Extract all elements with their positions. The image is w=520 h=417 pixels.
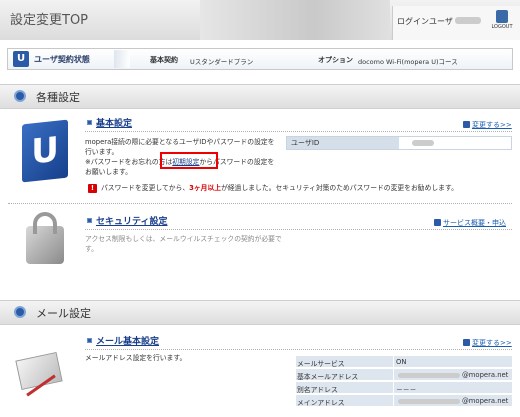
security-settings-link[interactable]: セキュリティ設定 (96, 214, 167, 227)
password-warning: パスワードを変更してから、3ヶ月以上が経過しました。セキュリティ対策のためパスワ… (101, 183, 458, 194)
mail-row-key: メインアドレス (297, 399, 345, 407)
mail-row-value: ON (396, 358, 407, 366)
warning-icon: ! (88, 184, 97, 193)
bullet-icon (87, 338, 92, 343)
mail-change-link[interactable]: 変更する>> (472, 338, 512, 348)
logout-label: LOGOUT (491, 24, 513, 30)
mail-table-separator (393, 356, 394, 408)
mail-row-key: 別名アドレス (297, 386, 338, 394)
security-desc-1: アクセス制限もしくは、メールウイルスチェックの契約が必要で (85, 235, 282, 243)
mail-row-value: －－－ (396, 386, 417, 394)
logout-icon (496, 10, 508, 23)
login-user-name (455, 17, 481, 24)
warn-c: が経過しました。セキュリティ対策のためパスワードの変更をお勧めします。 (221, 184, 458, 192)
mail-address-blur (398, 373, 460, 378)
arrow-icon (434, 219, 441, 226)
divider (85, 131, 512, 132)
security-desc-2: す。 (85, 245, 98, 253)
section-circle-icon (14, 90, 26, 102)
bullet-icon (87, 120, 92, 125)
login-user-label: ログインユーザ (397, 17, 453, 26)
warn-a: パスワードを変更してから、 (101, 184, 190, 192)
divider (85, 229, 512, 230)
mail-row-value: @mopera.net (462, 397, 509, 405)
basic-change-link[interactable]: 変更する>> (472, 120, 512, 130)
mail-row-key: 基本メールアドレス (297, 373, 359, 381)
logout-button[interactable]: LOGOUT (491, 10, 513, 36)
arrow-icon (463, 121, 470, 128)
mail-desc: メールアドレス設定を行います。 (85, 354, 187, 362)
section-circle-icon (14, 306, 26, 318)
status-divider (114, 50, 130, 68)
option-key: オプション (318, 56, 353, 64)
basic-settings-link[interactable]: 基本設定 (96, 116, 132, 129)
mail-row-value: @mopera.net (462, 371, 509, 379)
arrow-icon (463, 339, 470, 346)
service-apply-link[interactable]: サービス概要・申込 (443, 218, 506, 228)
section-various-title: 各種設定 (36, 91, 80, 104)
divider (85, 349, 512, 350)
padlock-shackle (33, 212, 57, 234)
option-value: docomo Wi-Fi(mopera U)コース (358, 58, 458, 66)
mail-address-blur (398, 399, 460, 404)
section-mail-title: メール設定 (36, 307, 91, 320)
divider (8, 203, 512, 204)
highlight-box (160, 152, 218, 169)
page-title: 設定変更TOP (10, 13, 89, 28)
mail-row-key: メールサービス (297, 360, 345, 368)
contract-key: 基本契約 (150, 56, 178, 64)
header-photo (200, 0, 390, 40)
contract-value: Uスタンダードプラン (190, 58, 254, 66)
u-badge-icon: U (13, 51, 29, 67)
bullet-icon (87, 218, 92, 223)
basic-desc-4: お願いします。 (85, 168, 132, 176)
mail-basic-settings-link[interactable]: メール基本設定 (96, 334, 159, 347)
contract-status-label: ユーザ契約状態 (34, 55, 90, 64)
u-logo-icon: U (22, 119, 68, 183)
userid-value (412, 140, 434, 146)
warn-b: 3ヶ月以上 (189, 184, 222, 192)
userid-key: ユーザID (287, 137, 399, 149)
